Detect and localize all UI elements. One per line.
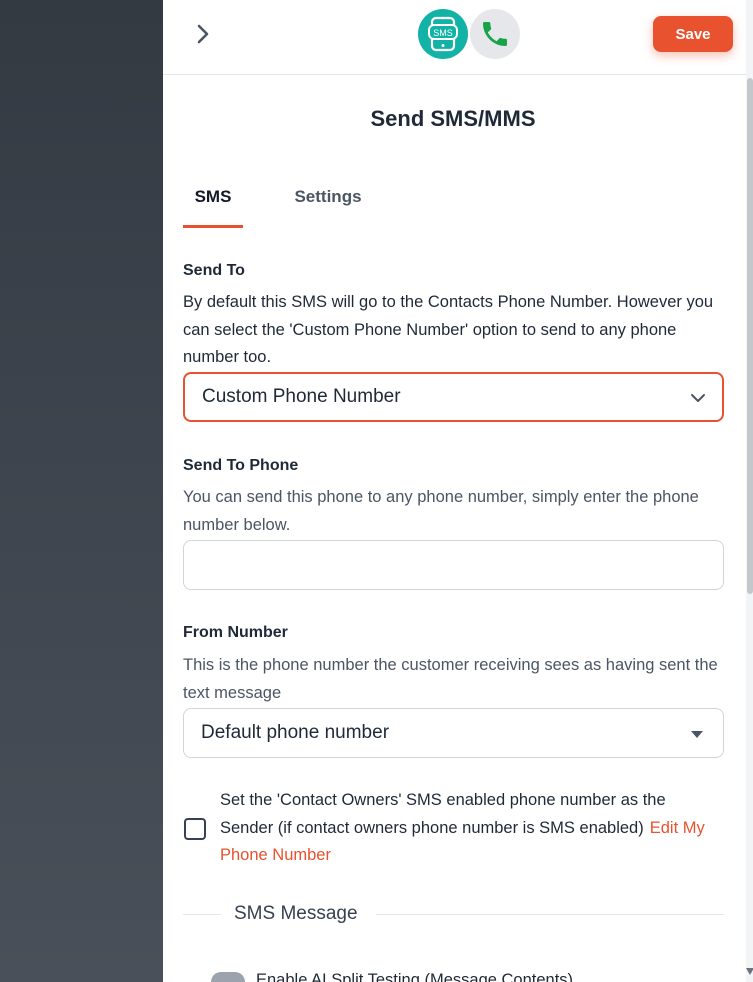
send-to-phone-input[interactable] <box>183 540 724 590</box>
ai-split-testing-label: Enable AI Split Testing (Message Content… <box>256 971 574 982</box>
chevron-down-icon <box>691 394 705 402</box>
owner-sender-text-block: Set the 'Contact Owners' SMS enabled pho… <box>220 787 720 870</box>
panel-header: SMS Save <box>163 0 753 75</box>
ai-split-testing-toggle[interactable] <box>211 972 245 982</box>
owner-sender-checkbox[interactable] <box>184 818 206 840</box>
sms-phone-icon: SMS <box>428 16 458 52</box>
scrollbar-thumb[interactable] <box>747 78 753 594</box>
owner-sender-label: Set the 'Contact Owners' SMS enabled pho… <box>220 791 666 837</box>
from-number-label: From Number <box>183 624 288 641</box>
sms-message-section-label: SMS Message <box>234 903 358 924</box>
send-to-phone-label: Send To Phone <box>183 457 299 474</box>
save-button[interactable]: Save <box>653 16 733 52</box>
sms-icon-text: SMS <box>433 28 453 38</box>
tab-bar: SMS Settings <box>183 180 723 228</box>
tab-settings[interactable]: Settings <box>283 180 373 228</box>
send-to-select[interactable]: Custom Phone Number <box>183 372 724 422</box>
tab-sms[interactable]: SMS <box>183 180 243 228</box>
sms-channel-icon[interactable]: SMS <box>418 9 468 59</box>
phone-call-icon <box>483 22 507 46</box>
page-backdrop <box>0 0 163 982</box>
side-panel: SMS Save Send SMS/MMS SMS Settings Send … <box>163 0 753 982</box>
scroll-down-arrow[interactable] <box>746 968 753 975</box>
from-number-select[interactable]: Default phone number <box>183 708 724 758</box>
send-to-phone-help: You can send this phone to any phone num… <box>183 488 699 534</box>
from-number-help: This is the phone number the customer re… <box>183 656 718 702</box>
caret-down-icon <box>691 731 703 738</box>
panel-title: Send SMS/MMS <box>370 106 536 131</box>
send-to-help: By default this SMS will go to the Conta… <box>183 293 714 366</box>
call-channel-icon[interactable] <box>470 9 520 59</box>
section-divider-right <box>376 914 724 915</box>
from-number-selected-value: Default phone number <box>201 722 390 743</box>
send-to-selected-value: Custom Phone Number <box>202 386 401 407</box>
send-to-label: Send To <box>183 262 245 279</box>
chevron-right-icon <box>197 24 209 44</box>
section-divider-left <box>183 914 221 915</box>
collapse-panel-button[interactable] <box>189 20 217 48</box>
